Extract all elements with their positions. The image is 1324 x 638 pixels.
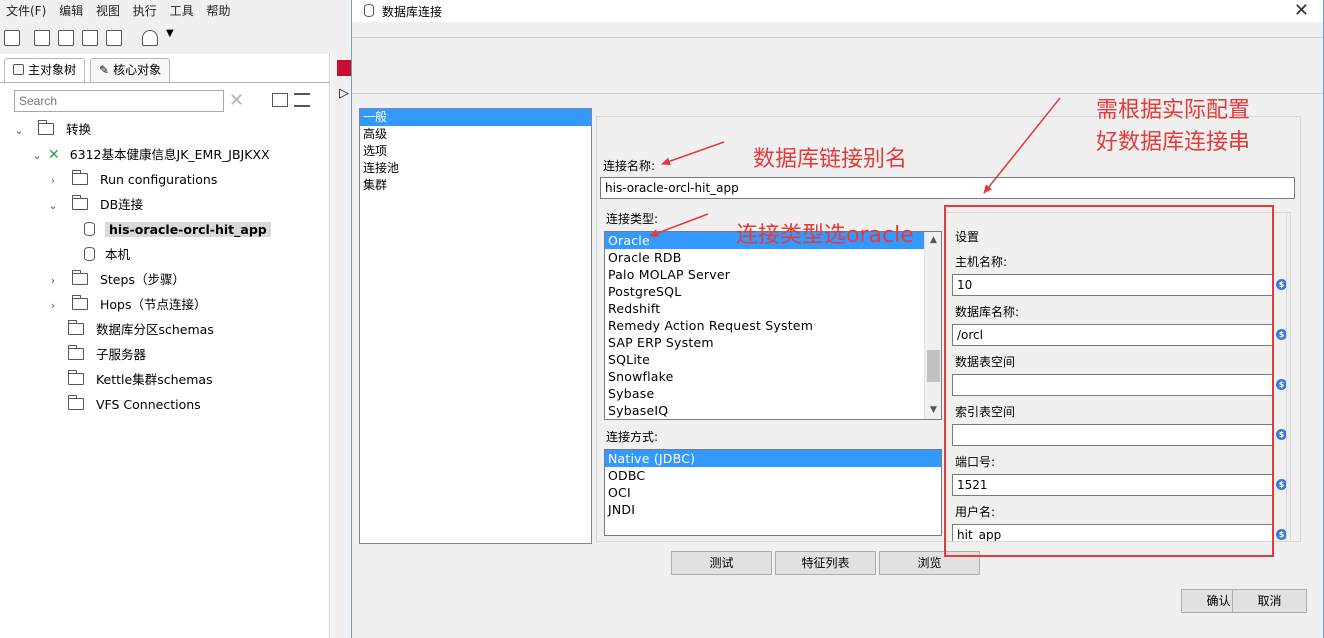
arrow-to-connection-name (661, 141, 725, 166)
annotation-arrows (649, 97, 1061, 237)
arrow-to-connection-type (649, 213, 709, 237)
arrow-to-settings (983, 97, 1061, 194)
